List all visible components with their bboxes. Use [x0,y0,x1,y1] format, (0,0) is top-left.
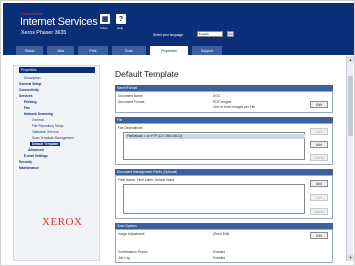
document-format-label: Document Format [118,100,145,104]
sidebar-item-advanced[interactable]: Advanced [28,148,44,152]
confirmation-report-value: Enabled [213,250,226,254]
sidebar-item-printing[interactable]: Printing [24,100,36,104]
language-label: Select your language: [153,33,184,37]
language-select[interactable]: English [197,31,223,37]
document-name-value: DOC [213,94,221,98]
document-fields-columns-label: Field Name, Field Label, Default Value [118,178,175,182]
image-adjustment-value: (Send Edit) [213,232,230,236]
sidebar-item-validation-servers[interactable]: Validation Servers [32,130,59,134]
file-add-button[interactable]: Add [310,141,328,148]
tab-support[interactable]: Support [192,46,222,55]
doc-mgmt-delete-button[interactable]: Delete [310,208,328,215]
scan-options-edit-button[interactable]: Edit [310,232,328,239]
index-icon[interactable]: ▦ [100,14,110,24]
file-destinations-label: File Destinations [118,126,143,130]
sidebar-item-fax[interactable]: Fax [24,106,30,110]
document-fields-list[interactable] [123,184,305,214]
tab-properties[interactable]: Properties [150,46,188,55]
sidebar-item-scan-template-management[interactable]: Scan Template Management [32,136,74,140]
xerox-logo: XEROX [42,216,83,228]
sidebar-item-description[interactable]: Description [24,76,41,80]
image-adjustment-label: Image Adjustment [118,232,145,236]
doc-mgmt-edit-button[interactable]: Edit [310,194,328,201]
sidebar-item-file-repository-setup[interactable]: File Repository Setup [32,124,64,128]
sidebar-item-maintenance[interactable]: Maintenance [19,166,39,170]
app-header: CentreWare Internet Services Xerox Phase… [3,3,354,45]
sidebar-item-email-settings[interactable]: E-mail Settings [24,154,48,158]
sidebar-item-connectivity[interactable]: Connectivity [19,88,39,92]
tab-jobs[interactable]: Jobs [47,46,74,55]
tab-print[interactable]: Print [78,46,108,55]
file-edit-button[interactable]: Edit [310,128,328,135]
scroll-thumb[interactable] [348,76,353,136]
sidebar-item-general[interactable]: General [32,118,44,122]
index-icon-label[interactable]: Index [100,26,107,30]
tab-status[interactable]: Status [16,46,43,55]
scroll-down-arrow-icon[interactable]: ▼ [347,254,354,261]
help-icon[interactable]: ? [116,14,126,24]
sidebar-item-network-scanning[interactable]: Network Scanning [24,112,53,116]
file-destinations-list[interactable]: FileDefault: 1 on FTP (127.198.146.21) [123,132,305,160]
browser-frame: CentreWare Internet Services Xerox Phase… [0,0,355,266]
help-icon-label[interactable]: Help [117,26,123,30]
sidebar: Properties Description General Setup Con… [13,65,100,261]
name-format-edit-button[interactable]: Edit [310,101,328,108]
job-log-value: Enabled [213,256,226,260]
printer-name: Xerox Phaser 3635 [21,30,67,36]
file-destination-item[interactable]: FileDefault: 1 on FTP (127.198.146.21) [125,134,305,139]
sidebar-header: Properties [19,67,95,73]
scroll-up-arrow-icon[interactable]: ▲ [347,56,354,63]
document-format-value: PDF Images [213,100,232,104]
page-title: Default Template [115,69,179,79]
file-delete-button[interactable]: Delete [310,154,328,161]
sidebar-item-default-template[interactable]: Default Template [30,142,61,146]
document-name-label: Document Name [118,94,143,98]
sidebar-item-general-setup[interactable]: General Setup [19,82,41,86]
confirmation-report-label: Confirmation Report [118,250,148,254]
app-title: Internet Services [20,16,98,28]
document-format-detail: One or More Images per File [213,105,256,109]
job-log-label: Job Log [118,256,130,260]
doc-mgmt-add-button[interactable]: Add [310,180,328,187]
tab-bar: Status Jobs Print Scan Properties Suppor… [3,45,354,55]
tab-scan[interactable]: Scan [112,46,146,55]
language-go-button[interactable]: Go [227,31,234,37]
sidebar-item-services[interactable]: Services [19,94,33,98]
vertical-scrollbar[interactable]: ▲ ▼ [346,56,354,261]
sidebar-item-security[interactable]: Security [19,160,32,164]
